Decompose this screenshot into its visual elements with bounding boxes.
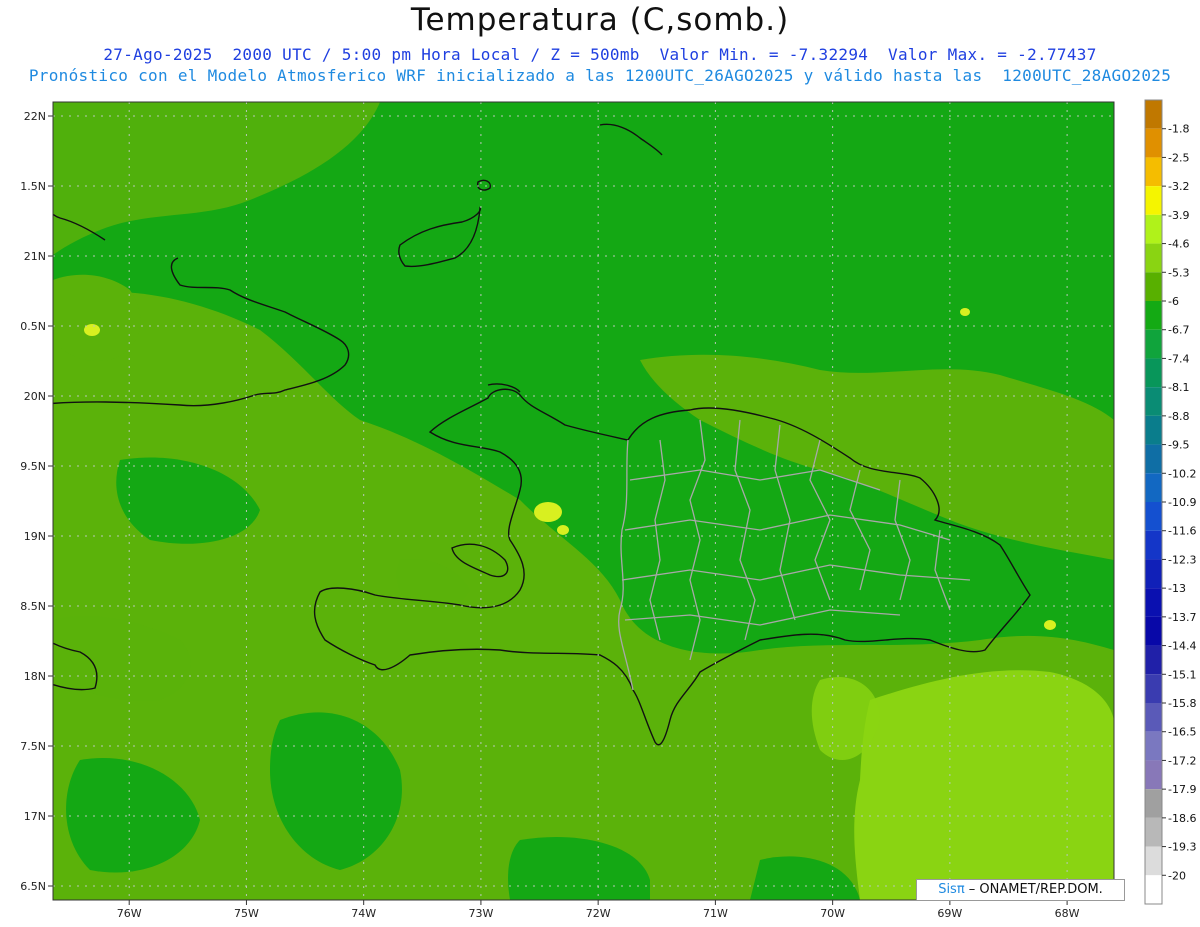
longitude-labels: 76W 75W 74W 73W 72W 71W 70W 69W 68W — [117, 900, 1080, 920]
colorbar-swatch — [1145, 128, 1162, 158]
field-region-warm — [854, 670, 1114, 900]
lat-label: 0.5N — [20, 320, 46, 333]
colorbar-swatch — [1145, 645, 1162, 675]
colorbar-swatch — [1145, 100, 1162, 129]
latitude-labels: 22N 1.5N 21N 0.5N 20N 9.5N 19N 8.5N 18N 7.5N 17N 6.… — [20, 110, 53, 893]
colorbar-label: -15.1 — [1168, 668, 1196, 681]
colorbar-label: -18.6 — [1168, 812, 1196, 825]
colorbar-label: -4.6 — [1168, 238, 1189, 251]
colorbar-swatch — [1145, 875, 1162, 904]
field-hotspot — [534, 502, 562, 522]
colorbar-label: -10.9 — [1168, 496, 1196, 509]
colorbar-swatch — [1145, 731, 1162, 761]
colorbar-swatch — [1145, 243, 1162, 273]
colorbar-label: -3.9 — [1168, 209, 1189, 222]
colorbar-swatch — [1145, 186, 1162, 215]
lon-label: 72W — [586, 907, 611, 920]
colorbar-swatch — [1145, 272, 1162, 301]
colorbar-swatch — [1145, 387, 1162, 416]
colorbar-swatch — [1145, 846, 1162, 876]
colorbar-swatch — [1145, 559, 1162, 589]
lat-label: 19N — [24, 530, 46, 543]
colorbar-swatch — [1145, 703, 1162, 732]
colorbar-label: -8.1 — [1168, 381, 1189, 394]
colorbar-label: -20 — [1168, 869, 1186, 882]
lat-label: 6.5N — [20, 880, 46, 893]
colorbar-label: -2.5 — [1168, 151, 1189, 164]
temperature-map: 22N 1.5N 21N 0.5N 20N 9.5N 19N 8.5N 18N 7.5N 17N 6.… — [20, 99, 1196, 920]
colorbar-label: -9.5 — [1168, 439, 1189, 452]
colorbar-label: -5.3 — [1168, 266, 1189, 279]
colorbar-label: -13.7 — [1168, 611, 1196, 624]
colorbar-label: -8.8 — [1168, 410, 1189, 423]
colorbar-swatch — [1145, 415, 1162, 445]
colorbar-swatch — [1145, 444, 1162, 474]
lat-label: 22N — [24, 110, 46, 123]
lat-label: 1.5N — [20, 180, 46, 193]
colorbar-swatch — [1145, 760, 1162, 790]
colorbar-swatch — [1145, 674, 1162, 703]
credit-box: Sisπ – ONAMET/REP.DOM. — [916, 879, 1125, 901]
colorbar-label: -3.2 — [1168, 180, 1189, 193]
colorbar-label: -1.8 — [1168, 123, 1189, 136]
lat-label: 9.5N — [20, 460, 46, 473]
colorbar-label: -17.2 — [1168, 754, 1196, 767]
lon-label: 68W — [1055, 907, 1080, 920]
lat-label: 8.5N — [20, 600, 46, 613]
colorbar-label: -19.3 — [1168, 841, 1196, 854]
colorbar-swatch — [1145, 157, 1162, 187]
lat-label: 20N — [24, 390, 46, 403]
lon-label: 75W — [234, 907, 259, 920]
colorbar-label: -12.3 — [1168, 553, 1196, 566]
colorbar-label: -14.4 — [1168, 640, 1196, 653]
colorbar-swatch — [1145, 817, 1162, 847]
colorbar-label: -16.5 — [1168, 726, 1196, 739]
temperature-field — [53, 102, 1114, 900]
colorbar-swatch — [1145, 588, 1162, 617]
colorbar-label: -7.4 — [1168, 352, 1189, 365]
lat-label: 21N — [24, 250, 46, 263]
colorbar-swatch — [1145, 789, 1162, 818]
lat-label: 17N — [24, 810, 46, 823]
lon-label: 76W — [117, 907, 142, 920]
lat-label: 18N — [24, 670, 46, 683]
colorbar-swatch — [1145, 214, 1162, 244]
credit-text: – ONAMET/REP.DOM. — [964, 882, 1103, 897]
lat-label: 7.5N — [20, 740, 46, 753]
field-hotspot — [557, 525, 569, 535]
lon-label: 69W — [937, 907, 962, 920]
lon-label: 73W — [468, 907, 493, 920]
lon-label: 70W — [820, 907, 845, 920]
colorbar-label: -17.9 — [1168, 783, 1196, 796]
colorbar-swatch — [1145, 329, 1162, 359]
colorbar-swatch — [1145, 530, 1162, 560]
colorbar-swatch — [1145, 473, 1162, 502]
lon-label: 74W — [351, 907, 376, 920]
colorbar-swatch — [1145, 616, 1162, 646]
credit-brand: Sisπ — [938, 882, 965, 897]
colorbar-label: -13 — [1168, 582, 1186, 595]
colorbar-swatch — [1145, 502, 1162, 531]
lon-label: 71W — [703, 907, 728, 920]
field-hotspot — [960, 308, 970, 316]
colorbar-label: -10.2 — [1168, 467, 1196, 480]
colorbar-swatch — [1145, 301, 1162, 330]
field-hotspot — [1044, 620, 1056, 630]
colorbar-label: -11.6 — [1168, 525, 1196, 538]
colorbar-label: -6.7 — [1168, 324, 1189, 337]
colorbar: -1.8 -2.5 -3.2 -3.9 -4.6 -5.3 -6 -6.7 -7.4 -8.1 -8… — [1144, 99, 1196, 905]
colorbar-swatch — [1145, 358, 1162, 388]
colorbar-label: -6 — [1168, 295, 1179, 308]
colorbar-label: -15.8 — [1168, 697, 1196, 710]
